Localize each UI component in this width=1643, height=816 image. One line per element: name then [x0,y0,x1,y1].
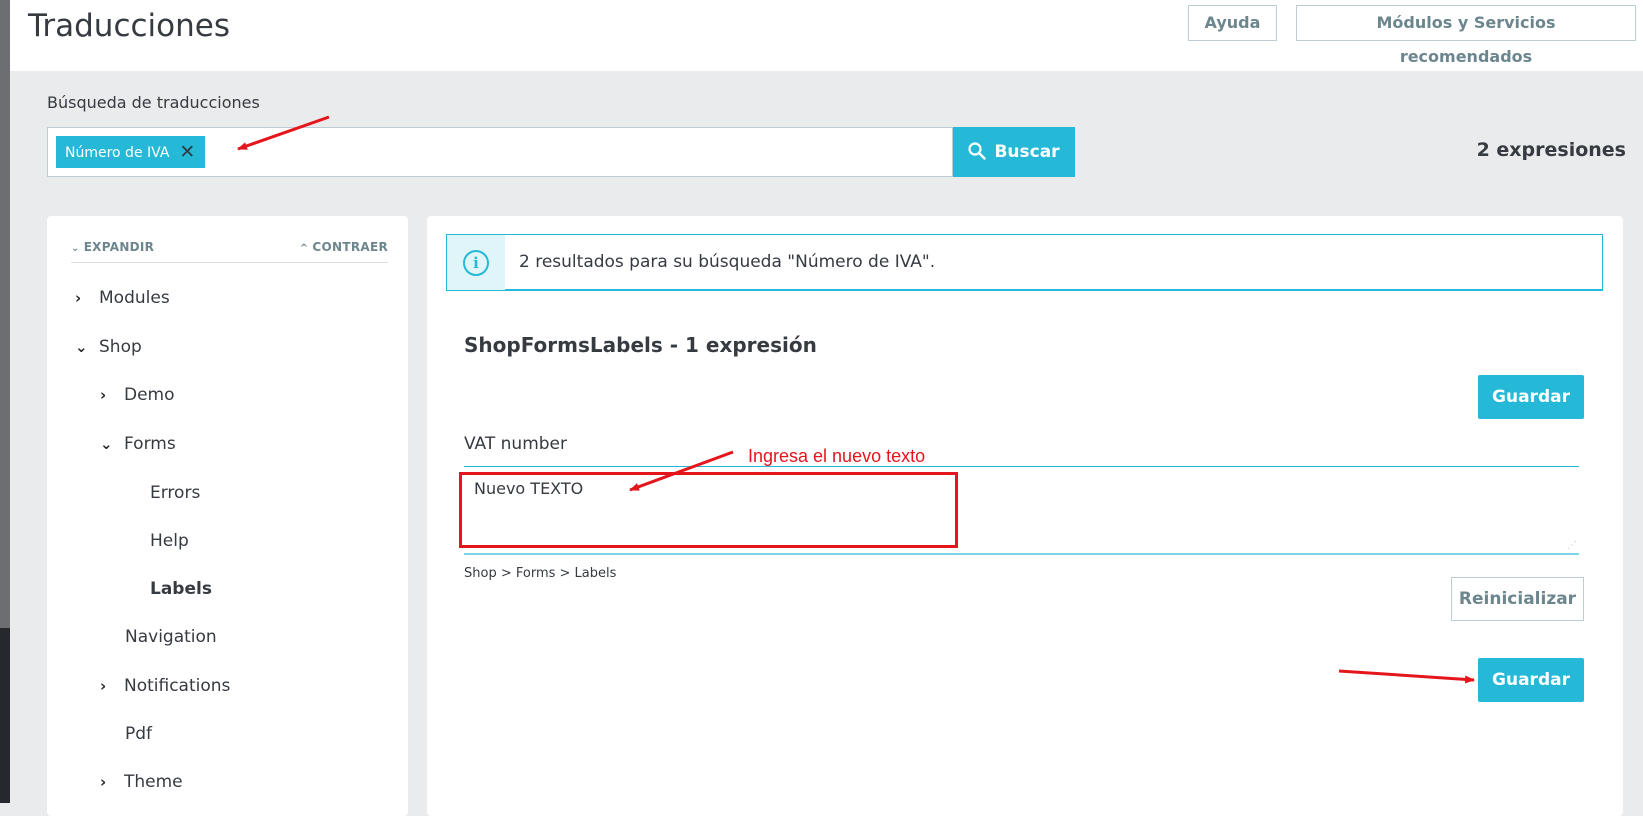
annotation-arrow-save [1338,669,1475,684]
annotation-arrow-tag [237,115,330,151]
annotation-arrows [237,115,1475,684]
annotation-arrow-text [629,450,734,492]
